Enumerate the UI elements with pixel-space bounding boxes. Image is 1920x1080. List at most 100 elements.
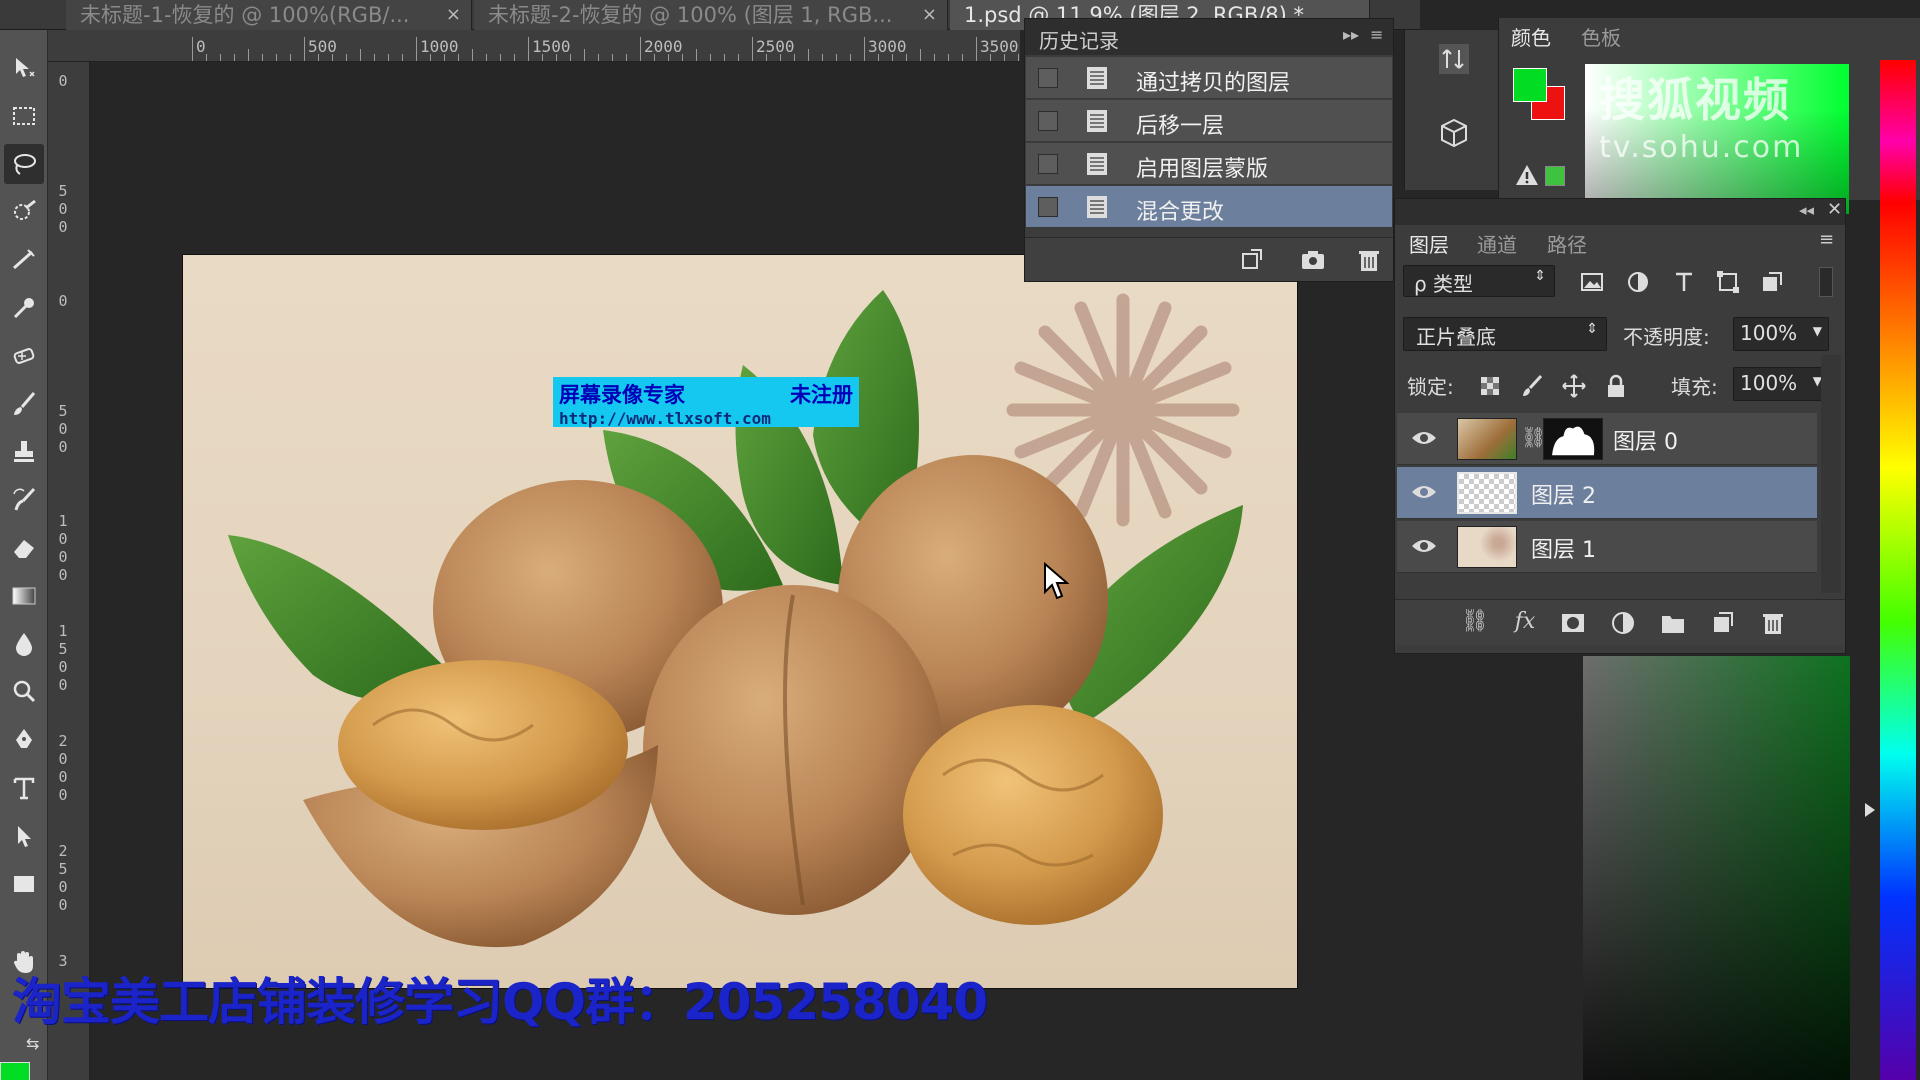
crop-tool[interactable] [4, 240, 44, 280]
fill-input[interactable]: 100% ▼ [1733, 367, 1829, 401]
shape-tool[interactable] [4, 864, 44, 904]
blur-tool[interactable] [4, 624, 44, 664]
foreground-color-swatch[interactable] [0, 1062, 30, 1080]
ruler-h-label: 2000 [644, 37, 683, 56]
link-layers-icon[interactable]: ⛓ [1461, 609, 1489, 637]
tab-channels[interactable]: 通道 [1477, 229, 1517, 259]
layer-row-0[interactable]: ⛓ 图层 0 [1397, 413, 1817, 465]
delete-state-trash-icon[interactable] [1355, 246, 1383, 274]
ruler-h-label: 3500 [980, 37, 1019, 56]
collapse-panel-icon[interactable]: ◂◂ [1799, 201, 1814, 219]
close-panel-icon[interactable]: ✕ [1827, 199, 1842, 220]
heal-tool[interactable] [4, 336, 44, 376]
hue-slider[interactable] [1880, 60, 1916, 1080]
swap-colors-icon[interactable]: ⇆ [26, 1034, 44, 1053]
history-brush-tool[interactable] [4, 480, 44, 520]
layer-visibility-eye-icon[interactable] [1411, 481, 1437, 503]
blend-mode-select[interactable]: 正片叠底 ⇕ [1403, 317, 1607, 351]
layer-filter-select[interactable]: ρ 类型 ⇕ [1403, 265, 1555, 297]
new-document-from-state-icon[interactable] [1239, 246, 1267, 274]
vertical-ruler[interactable]: 0 500 0 500 1000 1500 2000 2500 3 [48, 62, 90, 1080]
collapse-panel-icon[interactable]: ▸▸ [1343, 25, 1359, 44]
dodge-icon [13, 680, 36, 703]
history-item[interactable]: 后移一层 [1026, 100, 1392, 142]
layer-row-1[interactable]: 图层 1 [1397, 521, 1817, 573]
doc-tab-1[interactable]: 未标题-1-恢复的 @ 100%(RGB/... × [66, 0, 472, 30]
brush-tool[interactable] [4, 384, 44, 424]
panel-menu-icon[interactable]: ≡ [1370, 25, 1383, 44]
filter-toggle-switch[interactable] [1819, 267, 1833, 297]
gamut-color-swatch[interactable] [1545, 166, 1565, 186]
filter-shape-icon[interactable] [1715, 269, 1741, 295]
history-item-selected[interactable]: 混合更改 [1026, 186, 1392, 228]
delete-layer-trash-icon[interactable] [1759, 609, 1787, 637]
filter-type-icon[interactable] [1671, 269, 1697, 295]
layer-name[interactable]: 图层 2 [1531, 478, 1596, 510]
type-tool[interactable] [4, 768, 44, 808]
dodge-tool[interactable] [4, 672, 44, 712]
layer-row-2[interactable]: 图层 2 [1397, 467, 1817, 519]
new-layer-icon[interactable] [1709, 609, 1737, 637]
filter-pixel-icon[interactable] [1579, 269, 1605, 295]
layer-name[interactable]: 图层 0 [1613, 424, 1678, 456]
gamut-warning-icon[interactable] [1515, 164, 1539, 186]
history-item[interactable]: 通过拷贝的图层 [1026, 57, 1392, 99]
doc-tab-2[interactable]: 未标题-2-恢复的 @ 100% (图层 1, RGB... × [474, 0, 948, 30]
filter-adjustment-icon[interactable] [1625, 269, 1651, 295]
doc-tab-1-close-icon[interactable]: × [446, 0, 461, 30]
3d-panel-icon[interactable] [1437, 116, 1471, 150]
tab-color[interactable]: 颜色 [1511, 22, 1551, 51]
ruler-minor-tick [570, 54, 571, 61]
hue-slider-handle-icon[interactable] [1864, 802, 1876, 818]
horizontal-ruler[interactable]: 0 500 1000 1500 2000 2500 3000 3500 [64, 30, 1020, 62]
lock-image-brush-icon[interactable] [1519, 373, 1545, 399]
tab-paths[interactable]: 路径 [1547, 229, 1587, 259]
layers-scrollbar[interactable] [1821, 355, 1841, 593]
marquee-tool[interactable] [4, 96, 44, 136]
ruler-minor-tick [262, 54, 263, 61]
add-mask-icon[interactable] [1559, 609, 1587, 637]
layer-mask-thumbnail[interactable] [1543, 418, 1603, 460]
move-tool[interactable] [4, 48, 44, 88]
layer-name[interactable]: 图层 1 [1531, 532, 1596, 564]
lock-all-icon[interactable] [1603, 373, 1629, 399]
history-snapshot-checkbox[interactable] [1038, 154, 1058, 174]
document-canvas[interactable]: 屏幕录像专家 未注册 http://www.tlxsoft.com [183, 255, 1297, 988]
history-panel-toggle-icon[interactable] [1437, 42, 1471, 76]
quick-select-tool[interactable] [4, 192, 44, 232]
new-adjustment-layer-icon[interactable] [1609, 609, 1637, 637]
tab-swatches[interactable]: 色板 [1581, 22, 1621, 51]
history-snapshot-checkbox[interactable] [1038, 197, 1058, 217]
pen-tool[interactable] [4, 720, 44, 760]
color-panel: 颜色 色板 搜狐视频 tv.sohu.com [1498, 18, 1920, 214]
lasso-tool[interactable] [4, 144, 44, 184]
lock-position-move-icon[interactable] [1561, 373, 1587, 399]
eyedropper-tool[interactable] [4, 288, 44, 328]
layer-style-fx-icon[interactable]: fx [1511, 609, 1539, 637]
filter-smart-object-icon[interactable] [1759, 269, 1785, 295]
eraser-tool[interactable] [4, 528, 44, 568]
history-state-icon [1087, 153, 1107, 175]
doc-tab-2-close-icon[interactable]: × [922, 0, 937, 30]
tab-layers[interactable]: 图层 [1409, 229, 1449, 259]
opacity-input[interactable]: 100% ▼ [1733, 317, 1829, 351]
ruler-minor-tick [612, 54, 613, 61]
ruler-major-tick [864, 37, 865, 61]
stamp-tool[interactable] [4, 432, 44, 472]
history-snapshot-checkbox[interactable] [1038, 68, 1058, 88]
select-arrows-icon: ⇕ [1534, 268, 1546, 284]
gradient-tool[interactable] [4, 576, 44, 616]
new-snapshot-camera-icon[interactable] [1299, 246, 1327, 274]
path-select-tool[interactable] [4, 816, 44, 856]
foreground-color[interactable] [1513, 68, 1547, 102]
panel-menu-icon[interactable]: ≡ [1819, 229, 1834, 250]
new-group-folder-icon[interactable] [1659, 609, 1687, 637]
chevron-down-icon[interactable]: ▼ [1813, 324, 1822, 338]
history-item[interactable]: 启用图层蒙版 [1026, 143, 1392, 185]
color-picker-field-lower[interactable] [1583, 656, 1850, 1080]
layer-visibility-eye-icon[interactable] [1411, 535, 1437, 557]
lock-transparent-icon[interactable] [1477, 373, 1503, 399]
fill-label: 填充: [1671, 375, 1718, 399]
history-snapshot-checkbox[interactable] [1038, 111, 1058, 131]
layer-visibility-eye-icon[interactable] [1411, 427, 1437, 449]
